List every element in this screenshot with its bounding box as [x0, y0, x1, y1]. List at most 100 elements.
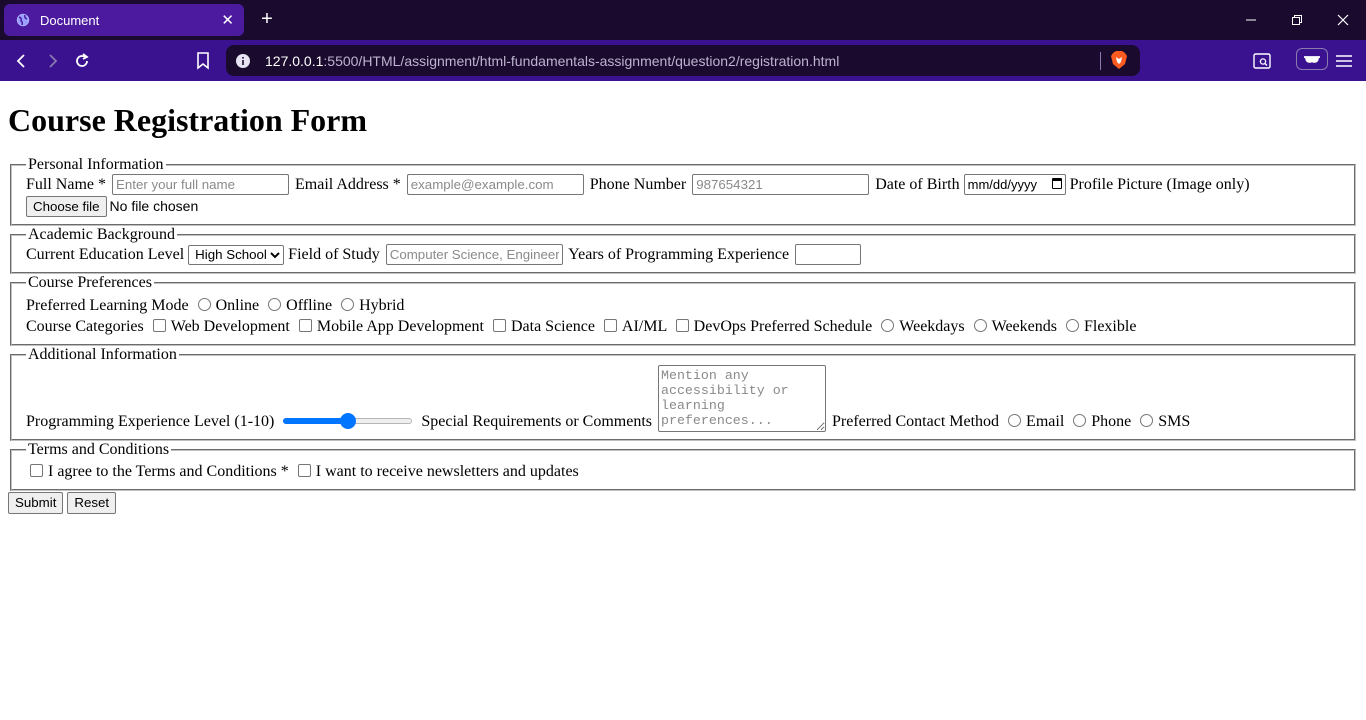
no-file-text: No file chosen [109, 198, 199, 214]
radio-flexible-label: Flexible [1083, 318, 1137, 335]
radio-offline-label: Offline [286, 297, 333, 314]
radio-contact-email[interactable] [1008, 414, 1022, 427]
schedule-label: Preferred Schedule [750, 318, 873, 335]
academic-legend: Academic Background [28, 226, 176, 243]
registration-form: Personal Information Full Name * Email A… [8, 156, 1358, 514]
contact-method-label: Preferred Contact Method [831, 413, 1000, 430]
minimize-icon[interactable] [1228, 0, 1274, 40]
phone-label: Phone Number [589, 176, 687, 193]
education-label: Current Education Level [26, 246, 185, 263]
checkbox-mobile-app-development[interactable] [298, 319, 312, 332]
radio-weekends[interactable] [973, 319, 987, 332]
terms-fieldset: Terms and Conditions I agree to the Term… [10, 441, 1356, 491]
field-of-study-label: Field of Study [288, 246, 380, 263]
years-experience-input[interactable] [795, 244, 862, 265]
checkbox-data-science-label: Data Science [510, 318, 595, 335]
tab-title: Document [40, 12, 100, 28]
radio-hybrid-label: Hybrid [359, 297, 405, 314]
checkbox-ai-ml[interactable] [603, 319, 617, 332]
radio-hybrid[interactable] [341, 298, 355, 311]
radio-weekends-label: Weekends [991, 318, 1057, 335]
checkbox-mobile-app-development-label: Mobile App Development [316, 318, 484, 335]
course-categories-label: Course Categories [26, 318, 144, 335]
checkbox-terms[interactable] [30, 464, 43, 477]
browser-toolbar: 127.0.0.1:5500/HTML/assignment/html-fund… [0, 40, 1366, 81]
form-actions: Submit Reset [8, 492, 1358, 514]
slider-fill [283, 418, 348, 424]
experience-level-label: Programming Experience Level (1-10) [26, 413, 275, 430]
window-close-icon[interactable] [1320, 0, 1366, 40]
brave-shields-icon[interactable] [1110, 50, 1128, 70]
checkbox-newsletter[interactable] [297, 464, 311, 477]
terms-label: I agree to the Terms and Conditions * [48, 463, 289, 480]
page-content: Course Registration Form Personal Inform… [0, 102, 1366, 514]
checkbox-devops[interactable] [675, 319, 689, 332]
restore-icon[interactable] [1274, 0, 1320, 40]
additional-info-legend: Additional Information [28, 346, 177, 363]
address-bar[interactable]: 127.0.0.1:5500/HTML/assignment/html-fund… [226, 45, 1140, 76]
learning-mode-label: Preferred Learning Mode [26, 297, 189, 314]
submit-button[interactable]: Submit [8, 492, 64, 514]
checkbox-web-development[interactable] [152, 319, 166, 332]
dob-label: Date of Birth [875, 176, 960, 193]
globe-icon [16, 13, 30, 27]
dob-placeholder: mm/dd/yyyy [967, 177, 1037, 192]
radio-offline[interactable] [268, 298, 282, 311]
radio-contact-email-label: Email [1026, 413, 1065, 430]
tab-close-icon[interactable]: ✕ [221, 13, 234, 28]
radio-weekdays-label: Weekdays [899, 318, 965, 335]
calendar-icon[interactable] [1051, 178, 1062, 189]
years-experience-label: Years of Programming Experience [568, 246, 790, 263]
radio-online[interactable] [197, 298, 211, 311]
reload-icon[interactable] [70, 49, 94, 73]
radio-contact-sms-label: SMS [1158, 413, 1191, 430]
back-icon[interactable] [10, 49, 34, 73]
slider-thumb[interactable] [339, 413, 356, 429]
personal-info-legend: Personal Information [28, 156, 164, 173]
reset-button[interactable]: Reset [67, 492, 117, 514]
checkbox-devops-label: DevOps [693, 318, 747, 335]
bookmark-icon[interactable] [191, 49, 215, 73]
url-divider [1100, 52, 1101, 70]
browser-tab[interactable]: Document ✕ [4, 4, 244, 36]
radio-online-label: Online [215, 297, 260, 314]
private-window-icon[interactable] [1296, 48, 1328, 70]
forward-icon[interactable] [40, 49, 64, 73]
academic-fieldset: Academic Background Current Education Le… [10, 226, 1356, 274]
comments-label: Special Requirements or Comments [421, 413, 652, 430]
profile-picture-label: Profile Picture (Image only) [1069, 176, 1250, 193]
comments-textarea[interactable] [657, 365, 826, 432]
email-label: Email Address * [295, 176, 401, 193]
radio-contact-sms[interactable] [1140, 414, 1154, 427]
newsletter-label: I want to receive newsletters and update… [315, 463, 579, 480]
personal-info-fieldset: Personal Information Full Name * Email A… [10, 156, 1356, 226]
choose-file-button[interactable]: Choose file [26, 196, 107, 217]
phone-input[interactable] [692, 174, 870, 195]
reader-mode-icon[interactable] [1250, 49, 1274, 73]
terms-legend: Terms and Conditions [28, 441, 170, 458]
course-preferences-legend: Course Preferences [28, 274, 152, 291]
full-name-label: Full Name * [26, 176, 106, 193]
radio-weekdays[interactable] [881, 319, 895, 332]
page-title: Course Registration Form [8, 102, 368, 138]
checkbox-web-development-label: Web Development [170, 318, 290, 335]
field-of-study-input[interactable] [385, 244, 563, 265]
new-tab-icon[interactable]: + [256, 8, 278, 30]
url-path: :5500/HTML/assignment/html-fundamentals-… [323, 52, 840, 69]
radio-flexible[interactable] [1065, 319, 1079, 332]
radio-contact-phone[interactable] [1073, 414, 1087, 427]
email-input[interactable] [406, 174, 584, 195]
course-preferences-fieldset: Course Preferences Preferred Learning Mo… [10, 274, 1356, 346]
checkbox-data-science[interactable] [492, 319, 506, 332]
checkbox-ai-ml-label: AI/ML [621, 318, 667, 335]
education-select[interactable]: High School [188, 244, 285, 265]
dob-input[interactable]: mm/dd/yyyy [963, 174, 1066, 195]
experience-level-slider[interactable] [283, 410, 413, 431]
site-info-icon[interactable] [235, 53, 251, 69]
url-host: 127.0.0.1 [265, 52, 324, 69]
menu-icon[interactable] [1332, 49, 1356, 73]
full-name-input[interactable] [112, 174, 289, 195]
additional-info-fieldset: Additional Information Programming Exper… [10, 346, 1356, 441]
browser-tabbar: Document ✕ + [0, 0, 1366, 40]
radio-contact-phone-label: Phone [1091, 413, 1132, 430]
